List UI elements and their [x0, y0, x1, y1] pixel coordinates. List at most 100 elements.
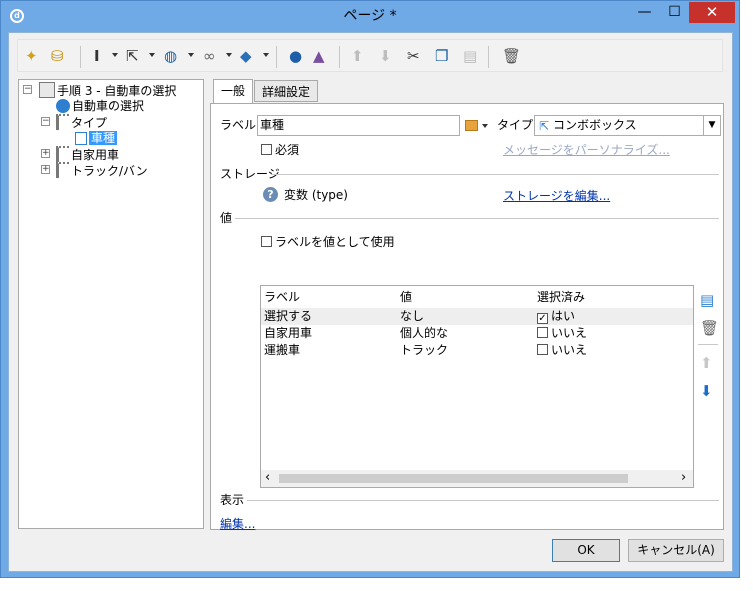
required-label: 必須	[275, 143, 300, 157]
row-value: なし	[400, 309, 425, 323]
row-selected: いいえ	[551, 343, 588, 357]
table-row[interactable]: 選択する なし ✓ はい	[261, 308, 693, 325]
user-icon[interactable]: ●	[289, 47, 302, 65]
display-edit-link[interactable]: 編集...	[220, 516, 255, 532]
cancel-button[interactable]: キャンセル(A)	[628, 539, 724, 562]
expand-icon[interactable]: +	[41, 149, 50, 158]
column-header-value[interactable]: 値	[400, 288, 412, 306]
scroll-right-icon[interactable]: ›	[681, 470, 686, 486]
table-row[interactable]: 自家用車 個人的な いいえ	[261, 325, 693, 342]
shapes-add-icon[interactable]: ▲	[313, 47, 325, 65]
row-value: トラック	[400, 343, 449, 357]
required-checkbox-box[interactable]	[261, 144, 272, 155]
list-icon	[56, 114, 69, 130]
toolbar: ✦ ⛁ I ⇱ ◍ ∞ ◆ ● ▲ ⬆ ⬇ ✂ ❐ ▤ 🗑	[17, 39, 723, 72]
required-checkbox[interactable]: 必須	[261, 142, 299, 158]
scissors-icon[interactable]: ✂	[407, 47, 420, 65]
general-panel: ラベル: 車種 タイプ: ⇱ コンボボックス ▼ 必須 メッセージをパーソナライ…	[210, 103, 724, 532]
edit-storage-link[interactable]: ストレージを編集...	[503, 188, 610, 204]
chevron-down-icon[interactable]: ▼	[703, 116, 720, 135]
globe-icon	[56, 99, 70, 113]
globe-icon[interactable]: ◍	[164, 47, 177, 65]
arrow-up-icon[interactable]: ⬆	[700, 354, 713, 372]
type-combobox[interactable]: ⇱ コンボボックス ▼	[534, 115, 721, 136]
cursor-icon	[75, 132, 87, 145]
arrow-down-icon[interactable]: ⬇	[379, 47, 392, 65]
collapse-icon[interactable]: −	[41, 117, 50, 126]
selected-checkbox[interactable]	[537, 327, 548, 338]
ok-button[interactable]: OK	[552, 539, 620, 562]
toolbar-separator	[339, 46, 340, 68]
tree-item-label: タイプ	[71, 116, 108, 130]
tree-item-label: 車種	[89, 131, 118, 145]
use-label-text: ラベルを値として使用	[275, 235, 395, 249]
use-label-checkbox-box[interactable]	[261, 236, 272, 247]
label-input[interactable]: 車種	[257, 115, 460, 136]
row-value: 個人的な	[400, 326, 449, 340]
dropdown-caret-icon[interactable]	[149, 53, 155, 57]
toolbar-separator	[276, 46, 277, 68]
row-label: 運搬車	[264, 343, 301, 357]
arrow-up-icon[interactable]: ⬆	[351, 47, 364, 65]
tree-item-car-type[interactable]: 車種	[75, 130, 118, 146]
text-cursor-icon[interactable]: I	[94, 47, 100, 65]
dropdown-caret-icon[interactable]	[263, 53, 269, 57]
dialog-window: d ページ * — ☐ ✕ ✦ ⛁ I ⇱ ◍ ∞ ◆ ● ▲ ⬆ ⬇ ✂ ❐ …	[0, 0, 740, 578]
paste-icon[interactable]: ▤	[463, 47, 477, 65]
type-caption: タイプ:	[497, 118, 538, 132]
minimize-button[interactable]: —	[631, 2, 658, 23]
trash-icon[interactable]: 🗑	[700, 319, 719, 337]
type-combobox-value: コンボボックス	[553, 118, 637, 132]
row-label: 自家用車	[264, 326, 313, 340]
dropdown-caret-icon[interactable]	[482, 124, 488, 128]
expand-icon[interactable]: +	[41, 165, 50, 174]
scroll-left-icon[interactable]: ‹	[265, 470, 270, 486]
divider	[698, 344, 718, 345]
column-header-label[interactable]: ラベル	[264, 288, 300, 306]
add-value-icon[interactable]: ▤	[700, 291, 714, 309]
selected-checkbox[interactable]: ✓	[537, 313, 548, 324]
link-icon[interactable]: ∞	[203, 47, 216, 65]
use-label-as-value-checkbox[interactable]: ラベルを値として使用	[261, 234, 395, 250]
row-selected: いいえ	[551, 326, 588, 340]
tree-item-label: 自家用車	[71, 148, 120, 162]
collapse-icon[interactable]: −	[23, 85, 32, 94]
title-bar[interactable]: d ページ * — ☐ ✕	[1, 1, 739, 32]
personalize-message-link[interactable]: メッセージをパーソナライズ...	[503, 142, 670, 158]
row-selected-cell: いいえ	[537, 342, 587, 359]
scrollbar-thumb[interactable]	[279, 474, 628, 483]
values-section-title: 値	[220, 211, 233, 225]
maximize-button[interactable]: ☐	[661, 2, 688, 23]
column-header-selected[interactable]: 選択済み	[537, 288, 585, 306]
wand-icon[interactable]: ✦	[25, 47, 38, 65]
horizontal-scrollbar[interactable]: ‹ ›	[261, 470, 693, 487]
values-table[interactable]: ラベル 値 選択済み 選択する なし ✓ はい 自家用車 個人的な いいえ 運搬車…	[260, 285, 694, 488]
dropdown-caret-icon[interactable]	[226, 53, 232, 57]
selected-checkbox[interactable]	[537, 344, 548, 355]
dropdown-caret-icon[interactable]	[112, 53, 118, 57]
page-icon	[39, 82, 55, 98]
structure-tree: − 手順 3 - 自動車の選択 自動車の選択 − タイプ 車種 + 自家用車 +…	[18, 79, 204, 529]
list-icon	[56, 162, 69, 178]
tree-item-label: トラック/バン	[71, 164, 148, 178]
divider	[271, 174, 719, 175]
window-title: ページ *	[343, 8, 397, 24]
personalize-icon[interactable]	[465, 120, 478, 131]
divider	[235, 218, 719, 219]
cursor-gear-icon[interactable]: ⇱	[126, 47, 139, 65]
dropdown-caret-icon[interactable]	[188, 53, 194, 57]
storage-variable: 変数 (type)	[284, 188, 348, 202]
label-caption: ラベル:	[220, 118, 261, 132]
toolbar-separator	[80, 46, 81, 68]
close-button[interactable]: ✕	[689, 2, 735, 23]
database-refresh-icon[interactable]: ⛁	[51, 47, 64, 65]
copy-icon[interactable]: ❐	[435, 47, 448, 65]
cube-icon[interactable]: ◆	[240, 47, 252, 65]
tab-general[interactable]: 一般	[213, 79, 253, 103]
arrow-down-icon[interactable]: ⬇	[700, 382, 713, 400]
row-selected-cell: いいえ	[537, 325, 587, 342]
tree-item-car-selection[interactable]: 自動車の選択	[56, 98, 144, 114]
table-row[interactable]: 運搬車 トラック いいえ	[261, 342, 693, 359]
trash-icon[interactable]: 🗑	[502, 47, 521, 65]
tab-advanced[interactable]: 詳細設定	[254, 80, 318, 102]
